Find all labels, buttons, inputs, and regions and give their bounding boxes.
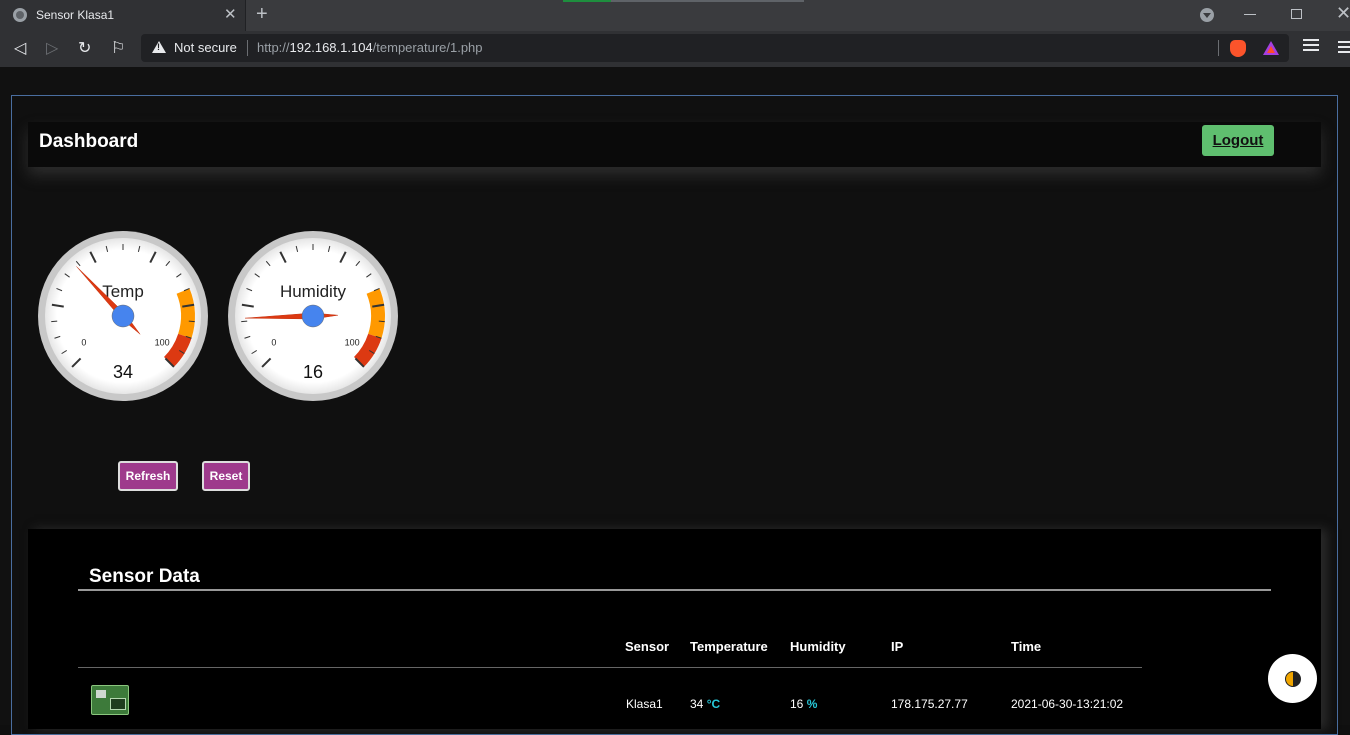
column-header-temperature: Temperature [690, 639, 768, 654]
tab-group-indicator [563, 0, 611, 2]
humidity-unit: % [807, 697, 818, 711]
theme-toggle-icon[interactable] [1268, 654, 1317, 703]
page-content: Dashboard Logout Temp010034 Humidity0100… [0, 67, 1350, 725]
url-host: 192.168.1.104 [290, 40, 373, 55]
gauge-value: 34 [113, 362, 133, 382]
browser-toolbar: ◁ ▷ ↻ ⚐ Not secure http://192.168.1.104/… [0, 31, 1350, 67]
gauge-min-label: 0 [271, 337, 276, 347]
security-status[interactable]: Not secure [174, 40, 237, 55]
gauge-min-label: 0 [81, 337, 86, 347]
reset-button[interactable]: Reset [202, 461, 250, 491]
temperature-value: 34 [690, 697, 703, 711]
refresh-button[interactable]: Refresh [118, 461, 178, 491]
column-header-ip: IP [891, 639, 903, 654]
column-header-time: Time [1011, 639, 1041, 654]
page-title: Dashboard [39, 131, 138, 153]
gauge-value: 16 [303, 362, 323, 382]
forward-icon[interactable]: ▷ [46, 38, 58, 58]
logout-button[interactable]: Logout [1202, 125, 1274, 156]
title-divider [78, 589, 1271, 591]
dashboard-header: Dashboard Logout [28, 122, 1321, 167]
column-header-sensor: Sensor [625, 639, 669, 654]
omnibox-separator [1218, 40, 1219, 56]
new-tab-icon[interactable]: + [256, 3, 268, 26]
reload-icon[interactable]: ↻ [78, 38, 91, 58]
restore-icon[interactable] [1291, 9, 1302, 19]
raspberry-pi-board-icon [91, 685, 129, 715]
cell-sensor: Klasa1 [626, 697, 663, 711]
tab-strip: Sensor Klasa1 ✕ + ✕ [0, 0, 1350, 31]
gauge-svg: Humidity 0 100 16 [227, 230, 399, 402]
humidity-value: 16 [790, 697, 803, 711]
header-divider [78, 667, 1142, 668]
temperature-unit: °C [707, 697, 720, 711]
brave-rewards-icon[interactable] [1263, 41, 1279, 55]
gauge-max-label: 100 [155, 337, 170, 347]
omnibox-divider [247, 40, 248, 56]
menu-icon[interactable] [1338, 41, 1350, 56]
window-close-icon[interactable]: ✕ [1336, 3, 1350, 24]
tab-group-indicator-inactive [611, 0, 804, 2]
sensor-data-panel: Sensor Data Sensor Temperature Humidity … [28, 529, 1321, 729]
tab-search-icon[interactable] [1200, 8, 1214, 22]
cell-ip: 178.175.27.77 [891, 697, 968, 711]
gauge-max-label: 100 [345, 337, 360, 347]
url-scheme: http:// [257, 40, 290, 55]
gauge-label: Humidity [280, 282, 347, 301]
warning-icon[interactable] [152, 41, 166, 53]
url-text[interactable]: http://192.168.1.104/temperature/1.php [257, 40, 483, 55]
tab-title: Sensor Klasa1 [36, 8, 114, 22]
gauge-center-cap [112, 305, 134, 327]
cell-humidity: 16 % [790, 697, 817, 711]
playlist-icon[interactable] [1303, 39, 1319, 53]
gauge-svg: Temp010034 [37, 230, 209, 402]
back-icon[interactable]: ◁ [14, 38, 26, 58]
globe-icon [13, 8, 27, 22]
cell-time: 2021-06-30-13:21:02 [1011, 697, 1123, 711]
tab-close-icon[interactable]: ✕ [224, 5, 237, 23]
temperature-gauge: Temp010034 [37, 230, 209, 402]
cell-temperature: 34 °C [690, 697, 720, 711]
bookmark-icon[interactable]: ⚐ [111, 38, 125, 58]
browser-tab[interactable]: Sensor Klasa1 ✕ [0, 0, 246, 31]
column-header-humidity: Humidity [790, 639, 846, 654]
sensor-data-title: Sensor Data [89, 566, 200, 588]
address-bar[interactable]: Not secure http://192.168.1.104/temperat… [141, 34, 1289, 62]
brave-shields-icon[interactable] [1230, 40, 1246, 57]
minimize-icon[interactable] [1244, 14, 1256, 15]
humidity-gauge: Humidity 0 100 16 [227, 230, 399, 402]
gauge-center-cap [302, 305, 324, 327]
url-path: /temperature/1.php [373, 40, 483, 55]
